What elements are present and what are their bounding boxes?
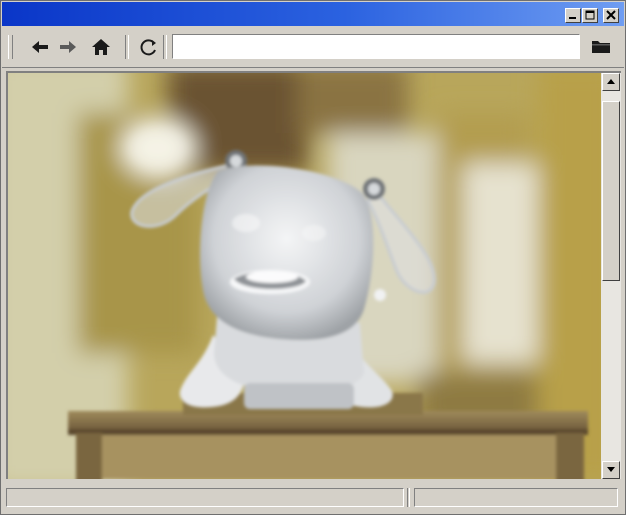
title-bar[interactable] bbox=[2, 2, 624, 26]
address-input[interactable] bbox=[172, 34, 580, 59]
triangle-down-icon bbox=[607, 467, 615, 472]
vertical-scrollbar[interactable] bbox=[601, 71, 621, 479]
toolbar-grip[interactable] bbox=[8, 35, 13, 59]
robot-dog-image bbox=[8, 73, 601, 479]
scroll-up-button[interactable] bbox=[602, 73, 620, 91]
status-divider bbox=[407, 488, 410, 507]
home-icon bbox=[92, 39, 110, 55]
triangle-up-icon bbox=[607, 79, 615, 84]
toolbar bbox=[2, 27, 624, 68]
scroll-down-button[interactable] bbox=[602, 461, 620, 479]
folder-icon bbox=[592, 41, 610, 53]
status-bar bbox=[2, 482, 624, 514]
close-icon bbox=[606, 10, 616, 20]
back-button[interactable] bbox=[29, 37, 51, 57]
open-folder-button[interactable] bbox=[590, 36, 612, 56]
arrow-left-icon bbox=[32, 41, 48, 53]
browser-window bbox=[0, 0, 626, 515]
toolbar-separator bbox=[125, 35, 129, 59]
reload-icon bbox=[140, 39, 156, 56]
home-button[interactable] bbox=[90, 37, 112, 57]
toolbar-separator bbox=[163, 35, 167, 59]
forward-button[interactable] bbox=[57, 37, 79, 57]
close-button[interactable] bbox=[603, 8, 619, 23]
minimize-icon bbox=[569, 17, 576, 19]
arrow-right-icon bbox=[60, 41, 76, 53]
status-text bbox=[6, 488, 404, 507]
status-zone bbox=[414, 488, 618, 507]
maximize-icon bbox=[585, 10, 595, 20]
maximize-button[interactable] bbox=[582, 8, 598, 23]
scroll-thumb[interactable] bbox=[602, 101, 620, 281]
reload-button[interactable] bbox=[138, 37, 160, 57]
minimize-button[interactable] bbox=[565, 8, 581, 23]
page-viewport bbox=[6, 71, 601, 479]
